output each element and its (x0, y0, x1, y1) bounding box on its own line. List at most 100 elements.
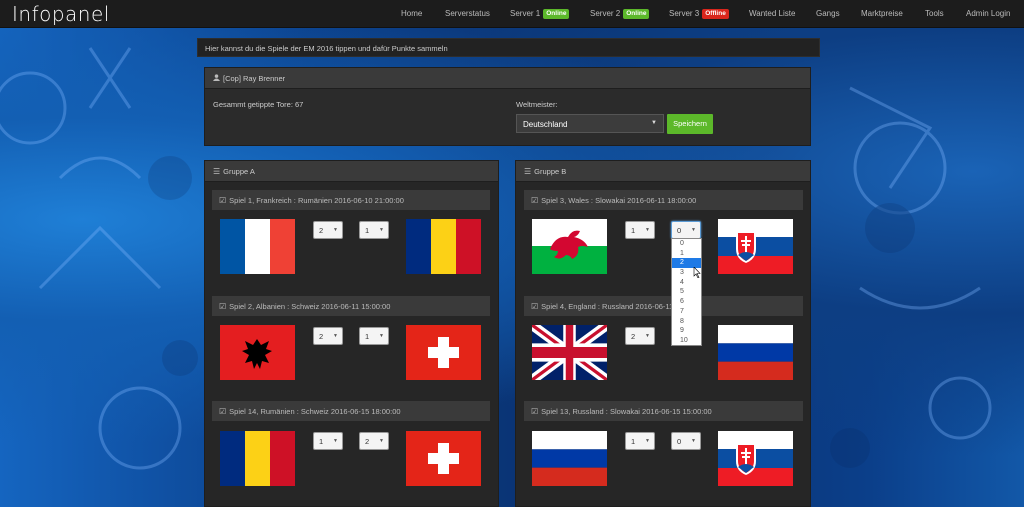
away-score-select[interactable]: 2 ▼ (359, 432, 389, 450)
chevron-down-icon: ▼ (651, 120, 657, 126)
top-navbar: Infopanel Home Serverstatus Server 1 Onli… (0, 0, 1024, 28)
away-score-value: 0 (677, 437, 682, 446)
group-a-header: ☰ Gruppe A (205, 161, 498, 182)
nav-marktpreise-label: Marktpreise (861, 9, 903, 18)
server-3-status-badge: Offline (702, 9, 729, 19)
nav-wanted-liste-label: Wanted Liste (749, 9, 796, 18)
match-header: ☑ Spiel 3, Wales : Slowakai 2016-06-11 18… (524, 190, 803, 210)
slovakia-flag (718, 219, 793, 274)
match-title: Spiel 1, Frankreich : Rumänien 2016-06-1… (229, 196, 404, 205)
checkbox-icon: ☑ (219, 302, 227, 311)
dropdown-option[interactable]: 4 (672, 278, 701, 288)
match-title: Spiel 2, Albanien : Schweiz 2016-06-11 1… (229, 302, 391, 311)
dropdown-option[interactable]: 5 (672, 287, 701, 297)
nav-gangs-label: Gangs (816, 9, 840, 18)
france-flag (220, 219, 295, 274)
home-score-value: 2 (631, 332, 636, 341)
champion-select-value: Deutschland (523, 120, 568, 129)
info-notice: Hier kannst du die Spiele der EM 2016 ti… (197, 38, 820, 57)
home-score-select[interactable]: 1 ▼ (625, 432, 655, 450)
champion-label: Weltmeister: (516, 100, 558, 109)
nav-tools[interactable]: Tools (925, 9, 944, 19)
nav-home[interactable]: Home (401, 9, 422, 19)
slovakia-flag (718, 431, 793, 486)
home-score-select[interactable]: 2 ▼ (313, 221, 343, 239)
nav-server-3-label: Server 3 (669, 9, 700, 18)
nav-gangs[interactable]: Gangs (816, 9, 840, 19)
away-score-value: 1 (365, 226, 370, 235)
home-score-value: 1 (631, 437, 636, 446)
chevron-down-icon: ▼ (379, 227, 384, 233)
user-name: [Cop] Ray Brenner (223, 74, 286, 83)
chevron-down-icon: ▼ (333, 333, 338, 339)
match-header: ☑ Spiel 1, Frankreich : Rumänien 2016-06-… (212, 190, 490, 210)
chevron-down-icon: ▼ (379, 438, 384, 444)
match-header: ☑ Spiel 13, Russland : Slowakai 2016-06-1… (524, 401, 803, 421)
chevron-down-icon: ▼ (691, 227, 696, 233)
user-icon (213, 74, 220, 83)
dropdown-option[interactable]: 1 (672, 249, 701, 259)
user-panel-header: [Cop] Ray Brenner (205, 68, 810, 89)
user-panel: [Cop] Ray Brenner Gesammt getippte Tore:… (204, 67, 811, 146)
checkbox-icon: ☑ (219, 407, 227, 416)
away-score-value: 2 (365, 437, 370, 446)
wales-flag (532, 219, 607, 274)
nav-server-3[interactable]: Server 3 Offline (669, 9, 729, 19)
home-score-select[interactable]: 2 ▼ (313, 327, 343, 345)
nav-server-2-label: Server 2 (590, 9, 621, 18)
nav-marktpreise[interactable]: Marktpreise (861, 9, 903, 19)
champion-select[interactable]: Deutschland ▼ (516, 114, 664, 133)
group-b-header: ☰ Gruppe B (516, 161, 810, 182)
chevron-down-icon: ▼ (645, 227, 650, 233)
home-score-select[interactable]: 1 ▼ (313, 432, 343, 450)
match-title: Spiel 13, Russland : Slowakai 2016-06-15… (541, 407, 712, 416)
nav-server-1-label: Server 1 (510, 9, 541, 18)
albania-flag (220, 325, 295, 380)
switzerland-flag (406, 431, 481, 486)
match-header: ☑ Spiel 14, Rumänien : Schweiz 2016-06-15… (212, 401, 490, 421)
match-title: Spiel 3, Wales : Slowakai 2016-06-11 18:… (541, 196, 697, 205)
dropdown-option[interactable]: 7 (672, 307, 701, 317)
romania-flag (220, 431, 295, 486)
home-score-value: 2 (319, 332, 324, 341)
away-score-select[interactable]: 1 ▼ (359, 327, 389, 345)
away-score-select[interactable]: 0 ▼ (671, 221, 701, 239)
server-2-status-badge: Online (623, 9, 650, 19)
romania-flag (406, 219, 481, 274)
mouse-pointer-icon (693, 267, 701, 278)
nav-serverstatus[interactable]: Serverstatus (445, 9, 490, 19)
score-dropdown-list[interactable]: 0 1 2 3 4 5 6 7 8 9 10 (671, 238, 702, 346)
checkbox-icon: ☑ (531, 196, 539, 205)
away-score-select[interactable]: 1 ▼ (359, 221, 389, 239)
nav-server-1[interactable]: Server 1 Online (510, 9, 570, 19)
dropdown-option[interactable]: 0 (672, 239, 701, 249)
home-score-select[interactable]: 2 ▼ (625, 327, 655, 345)
switzerland-flag (406, 325, 481, 380)
nav-server-2[interactable]: Server 2 Online (590, 9, 650, 19)
away-score-select[interactable]: 0 ▼ (671, 432, 701, 450)
brand-logo[interactable]: Infopanel (12, 2, 110, 26)
nav-wanted-liste[interactable]: Wanted Liste (749, 9, 795, 19)
checkbox-icon: ☑ (531, 407, 539, 416)
chevron-down-icon: ▼ (333, 227, 338, 233)
chevron-down-icon: ▼ (645, 438, 650, 444)
away-score-value: 0 (677, 226, 682, 235)
checkbox-icon: ☑ (531, 302, 539, 311)
match-header: ☑ Spiel 4, England : Russland 2016-06-11 … (524, 296, 803, 316)
home-score-select[interactable]: 1 ▼ (625, 221, 655, 239)
home-score-value: 1 (319, 437, 324, 446)
russia-flag (718, 325, 793, 380)
save-button[interactable]: Speichern (667, 114, 713, 134)
nav-admin-login[interactable]: Admin Login (966, 9, 1010, 19)
dropdown-option[interactable]: 6 (672, 297, 701, 307)
checkbox-icon: ☑ (219, 196, 227, 205)
dropdown-option[interactable]: 8 (672, 317, 701, 327)
list-icon: ☰ (213, 167, 221, 176)
chevron-down-icon: ▼ (379, 333, 384, 339)
dropdown-option[interactable]: 9 (672, 326, 701, 336)
uk-flag (532, 325, 607, 380)
nav-tools-label: Tools (925, 9, 944, 18)
home-score-value: 1 (631, 226, 636, 235)
dropdown-option[interactable]: 10 (672, 336, 701, 346)
home-score-value: 2 (319, 226, 324, 235)
